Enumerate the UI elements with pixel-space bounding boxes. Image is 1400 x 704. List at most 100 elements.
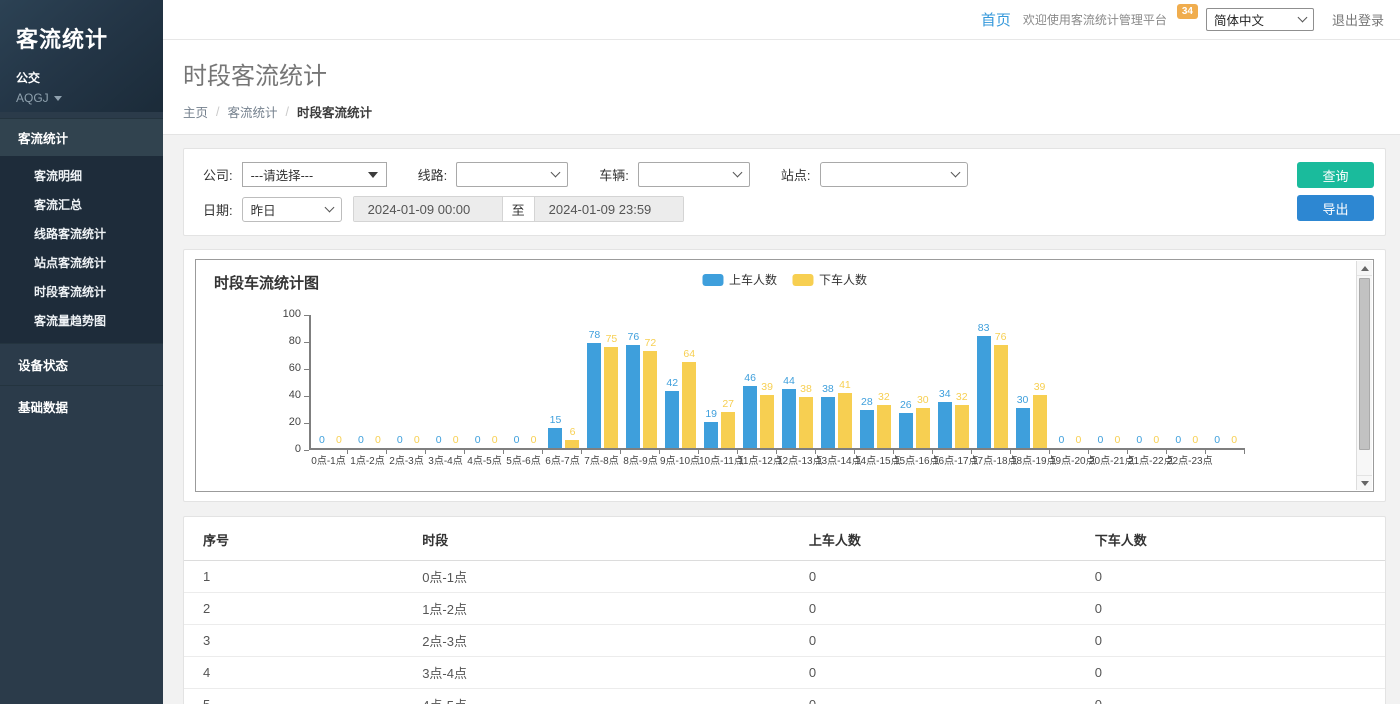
table-column-header: 序号 bbox=[184, 521, 418, 561]
bar-column: 41 bbox=[838, 380, 852, 448]
y-axis-tick bbox=[304, 342, 309, 343]
bar-value-label: 34 bbox=[939, 389, 951, 400]
language-select[interactable]: 简体中文 bbox=[1206, 8, 1314, 31]
sidebar-item-passenger-stats[interactable]: 客流统计 bbox=[0, 118, 163, 156]
bar bbox=[1033, 395, 1047, 448]
chevron-down-icon bbox=[324, 202, 334, 212]
breadcrumb-separator: / bbox=[216, 105, 219, 119]
bar-column: 0 bbox=[1093, 435, 1107, 448]
legend-item[interactable]: 下车人数 bbox=[792, 271, 867, 288]
scrollbar-thumb[interactable] bbox=[1359, 278, 1370, 450]
bar-column: 0 bbox=[1188, 435, 1202, 448]
notification-badge[interactable]: 34 bbox=[1177, 4, 1198, 19]
bar bbox=[799, 397, 813, 448]
date-end-input[interactable]: 2024-01-09 23:59 bbox=[535, 197, 683, 221]
station-select[interactable] bbox=[820, 162, 968, 187]
breadcrumb-passenger-stats[interactable]: 客流统计 bbox=[228, 102, 278, 121]
sidebar-subitem[interactable]: 客流量趋势图 bbox=[0, 306, 163, 335]
table-cell: 5 bbox=[184, 689, 418, 704]
bar-value-label: 6 bbox=[570, 427, 576, 438]
bar-value-label: 0 bbox=[1059, 435, 1065, 446]
bar-group: 4438 bbox=[778, 313, 817, 448]
x-axis-tick bbox=[855, 450, 894, 454]
sidebar-item-base-data[interactable]: 基础数据 bbox=[0, 385, 163, 427]
x-axis-tick bbox=[660, 450, 699, 454]
x-axis-tick bbox=[1128, 450, 1167, 454]
date-start-input[interactable]: 2024-01-09 00:00 bbox=[354, 197, 502, 221]
bar-column: 0 bbox=[471, 435, 485, 448]
table-column-header: 上车人数 bbox=[805, 521, 1091, 561]
bar-column: 19 bbox=[704, 409, 718, 448]
table-column-header: 时段 bbox=[418, 521, 805, 561]
date-preset-value: 昨日 bbox=[251, 200, 276, 219]
bar-column: 0 bbox=[1054, 435, 1068, 448]
bar-column: 0 bbox=[410, 435, 424, 448]
line-select[interactable] bbox=[456, 162, 568, 187]
company-label: 公司: bbox=[203, 165, 233, 184]
chevron-down-icon bbox=[551, 168, 561, 178]
org-code-dropdown[interactable]: AQGJ bbox=[16, 91, 147, 105]
date-preset-select[interactable]: 昨日 bbox=[242, 197, 342, 222]
y-axis-label: 0 bbox=[261, 443, 301, 455]
x-axis-tick bbox=[1167, 450, 1206, 454]
bar-column: 15 bbox=[548, 415, 562, 448]
table-cell: 0 bbox=[1091, 657, 1385, 689]
sidebar-subitem[interactable]: 站点客流统计 bbox=[0, 248, 163, 277]
table-cell: 0 bbox=[805, 689, 1091, 704]
bar-value-label: 30 bbox=[1017, 395, 1029, 406]
home-link[interactable]: 首页 bbox=[981, 9, 1011, 30]
sidebar-subitem[interactable]: 客流明细 bbox=[0, 161, 163, 190]
bar bbox=[682, 362, 696, 448]
bar bbox=[916, 408, 930, 449]
breadcrumb-home[interactable]: 主页 bbox=[183, 102, 208, 121]
x-axis-label: 19点-20点 bbox=[1050, 456, 1089, 468]
legend-label: 下车人数 bbox=[819, 271, 867, 288]
sidebar-subitem[interactable]: 时段客流统计 bbox=[0, 277, 163, 306]
sidebar-subitem[interactable]: 线路客流统计 bbox=[0, 219, 163, 248]
x-axis-label: 5点-6点 bbox=[504, 456, 543, 468]
breadcrumb: 主页 / 客流统计 / 时段客流统计 bbox=[183, 102, 1380, 121]
bar bbox=[899, 413, 913, 448]
chart-legend: 上车人数 下车人数 bbox=[702, 271, 867, 288]
x-axis-label: 6点-7点 bbox=[543, 456, 582, 468]
sidebar-item-device-status[interactable]: 设备状态 bbox=[0, 343, 163, 385]
scroll-up-arrow-icon[interactable] bbox=[1357, 261, 1372, 276]
bar-column: 0 bbox=[1227, 435, 1241, 448]
bar-value-label: 38 bbox=[800, 384, 812, 395]
bar-group: 2832 bbox=[856, 313, 895, 448]
bar-value-label: 0 bbox=[358, 435, 364, 446]
content: 公司: ---请选择--- 线路: 车辆: bbox=[163, 135, 1400, 704]
query-button[interactable]: 查询 bbox=[1297, 162, 1374, 188]
x-axis-tick bbox=[738, 450, 777, 454]
bar-value-label: 0 bbox=[475, 435, 481, 446]
x-axis-tick bbox=[1011, 450, 1050, 454]
bar-value-label: 26 bbox=[900, 400, 912, 411]
y-axis-label: 100 bbox=[261, 308, 301, 320]
vehicle-select[interactable] bbox=[638, 162, 750, 187]
line-label: 线路: bbox=[418, 165, 448, 184]
y-axis-tick bbox=[304, 369, 309, 370]
caret-down-icon bbox=[368, 172, 378, 178]
table-cell: 0 bbox=[805, 625, 1091, 657]
bar-value-label: 0 bbox=[1175, 435, 1181, 446]
bar-group: 7875 bbox=[583, 313, 622, 448]
bar-value-label: 72 bbox=[644, 338, 656, 349]
chevron-down-icon bbox=[1298, 13, 1308, 23]
export-button[interactable]: 导出 bbox=[1297, 195, 1374, 221]
bar bbox=[955, 405, 969, 448]
scroll-down-arrow-icon[interactable] bbox=[1357, 475, 1372, 490]
legend-item[interactable]: 上车人数 bbox=[702, 271, 777, 288]
company-select[interactable]: ---请选择--- bbox=[242, 162, 387, 187]
bar-value-label: 46 bbox=[744, 373, 756, 384]
y-axis-tick bbox=[304, 315, 309, 316]
table-panel: 序号时段上车人数下车人数 10点-1点0021点-2点0032点-3点0043点… bbox=[183, 516, 1386, 704]
x-axis-tick bbox=[816, 450, 855, 454]
bar-group: 2630 bbox=[895, 313, 934, 448]
bar-column: 34 bbox=[938, 389, 952, 448]
x-axis-tick bbox=[465, 450, 504, 454]
sidebar-subitem[interactable]: 客流汇总 bbox=[0, 190, 163, 219]
bar-column: 39 bbox=[1033, 382, 1047, 448]
topbar: 首页 欢迎使用客流统计管理平台 34 简体中文 退出登录 bbox=[163, 0, 1400, 40]
logout-link[interactable]: 退出登录 bbox=[1332, 10, 1384, 29]
bar bbox=[782, 389, 796, 448]
